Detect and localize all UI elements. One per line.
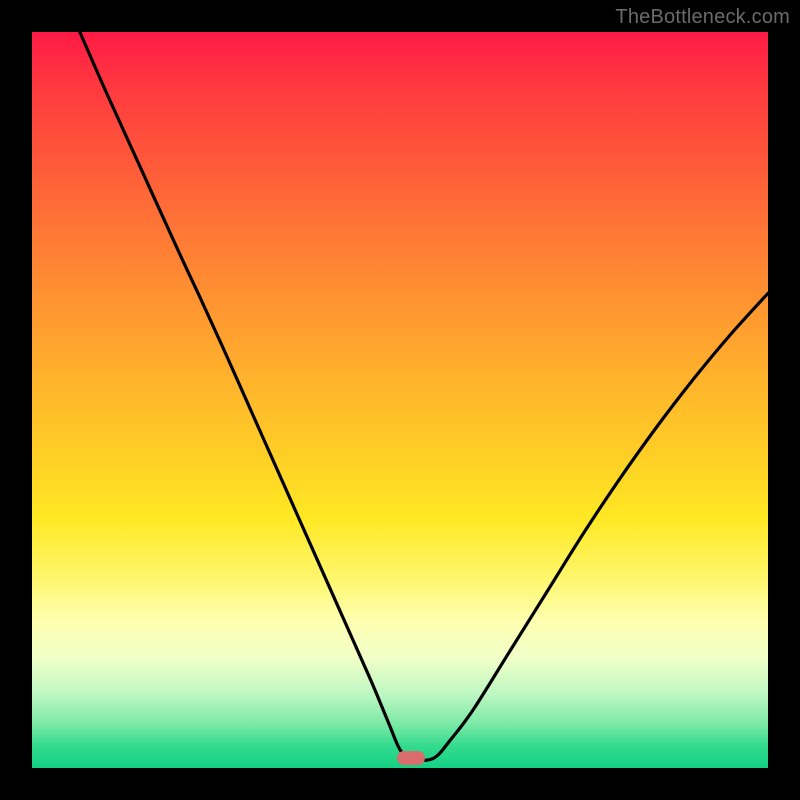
watermark-text: TheBottleneck.com (615, 6, 790, 29)
bottleneck-curve (32, 32, 768, 768)
optimal-point-marker (397, 751, 425, 765)
chart-plot-area (32, 32, 768, 768)
chart-frame: TheBottleneck.com (0, 0, 800, 800)
